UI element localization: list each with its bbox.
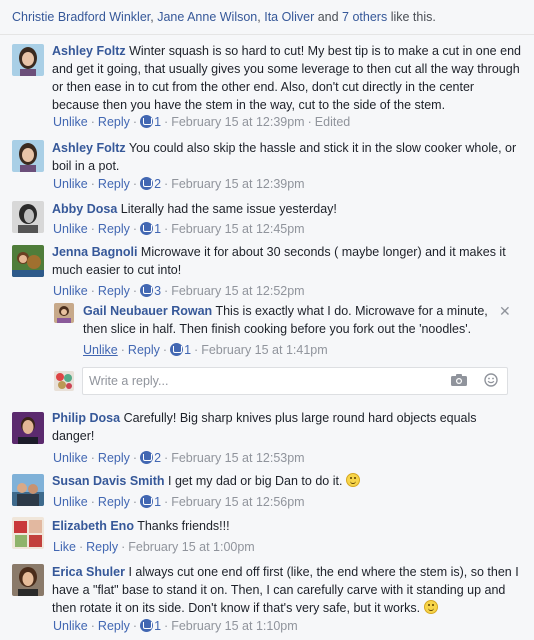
avatar[interactable] <box>54 303 74 323</box>
comment-author[interactable]: Ashley Foltz <box>52 44 126 58</box>
thumbs-up-icon[interactable] <box>140 451 154 464</box>
avatar[interactable] <box>12 201 44 233</box>
like-count[interactable]: 1 <box>154 222 161 236</box>
avatar[interactable] <box>12 564 44 596</box>
reply-link[interactable]: Reply <box>98 177 130 191</box>
like-count[interactable]: 1 <box>154 619 161 633</box>
thumbs-up-icon[interactable] <box>140 619 154 632</box>
comment-body: Abby Dosa Literally had the same issue y… <box>52 200 522 218</box>
liker-link[interactable]: Ita Oliver <box>264 10 314 24</box>
reply-input[interactable] <box>83 368 507 394</box>
others-link[interactable]: 7 others <box>342 10 387 24</box>
comment-text: I get my dad or big Dan to do it. <box>168 474 343 488</box>
comment-actions: Like · Reply · February 15 at 1:00pm <box>53 540 255 554</box>
reply-author[interactable]: Gail Neubauer Rowan <box>83 304 212 318</box>
comment-author[interactable]: Abby Dosa <box>52 202 117 216</box>
thumbs-up-icon[interactable] <box>140 115 154 128</box>
timestamp[interactable]: February 15 at 12:39pm <box>171 177 304 191</box>
divider <box>0 34 534 35</box>
reply-link[interactable]: Reply <box>98 495 130 509</box>
reply-link[interactable]: Reply <box>128 343 160 357</box>
unlike-link[interactable]: Unlike <box>83 343 118 357</box>
comment-body: Ashley Foltz You could also skip the has… <box>52 139 522 175</box>
like-count[interactable]: 2 <box>154 451 161 465</box>
reply-link[interactable]: Reply <box>98 619 130 633</box>
reply-body: Gail Neubauer Rowan This is exactly what… <box>83 302 495 338</box>
liker-separator: and <box>314 10 343 24</box>
comment-actions: Unlike · Reply · 1 · February 15 at 12:56pm <box>53 495 305 509</box>
timestamp[interactable]: February 15 at 12:39pm <box>171 115 304 129</box>
liker-link[interactable]: Christie Bradford Winkler <box>12 10 150 24</box>
comment-body: Erica Shuler I always cut one end off fi… <box>52 563 522 617</box>
timestamp[interactable]: February 15 at 12:45pm <box>171 222 304 236</box>
reply-link[interactable]: Reply <box>98 284 130 298</box>
avatar[interactable] <box>12 245 44 277</box>
comment-actions: Unlike · Reply · 1 · February 15 at 12:39pm · Ed… <box>53 115 351 129</box>
reply-link[interactable]: Reply <box>98 451 130 465</box>
thumbs-up-icon[interactable] <box>140 222 154 235</box>
unlike-link[interactable]: Unlike <box>53 619 88 633</box>
comment-actions: Unlike · Reply · 1 · February 15 at 12:45pm <box>53 222 305 236</box>
avatar[interactable] <box>12 44 44 76</box>
like-count[interactable]: 1 <box>154 115 161 129</box>
thumbs-up-icon[interactable] <box>140 177 154 190</box>
comment-body: Ashley Foltz Winter squash is so hard to… <box>52 42 522 114</box>
close-icon[interactable]: ✕ <box>499 303 511 320</box>
reply-link[interactable]: Reply <box>86 540 118 554</box>
comment-actions: Unlike · Reply · 2 · February 15 at 12:39pm <box>53 177 305 191</box>
thumbs-up-icon[interactable] <box>170 343 184 356</box>
camera-icon[interactable] <box>451 374 467 386</box>
timestamp[interactable]: February 15 at 1:41pm <box>201 343 327 357</box>
likes-suffix: like this. <box>387 10 436 24</box>
comment-body: Susan Davis Smith I get my dad or big Da… <box>52 472 522 490</box>
comment-actions: Unlike · Reply · 3 · February 15 at 12:52pm <box>53 284 305 298</box>
smiley-icon[interactable] <box>484 373 498 387</box>
liker-link[interactable]: Jane Anne Wilson <box>157 10 257 24</box>
unlike-link[interactable]: Unlike <box>53 495 88 509</box>
unlike-link[interactable]: Unlike <box>53 115 88 129</box>
comment-body: Philip Dosa Carefully! Big sharp knives … <box>52 409 522 445</box>
comment-author[interactable]: Philip Dosa <box>52 411 120 425</box>
avatar[interactable] <box>12 140 44 172</box>
like-link[interactable]: Like <box>53 540 76 554</box>
avatar <box>54 371 74 391</box>
avatar[interactable] <box>12 474 44 506</box>
comment-author[interactable]: Erica Shuler <box>52 565 125 579</box>
smile-emoji-icon <box>423 600 438 614</box>
likes-summary: Christie Bradford Winkler, Jane Anne Wil… <box>0 0 534 38</box>
comment-body: Elizabeth Eno Thanks friends!!! <box>52 517 522 535</box>
thumbs-up-icon[interactable] <box>140 495 154 508</box>
timestamp[interactable]: February 15 at 12:52pm <box>171 284 304 298</box>
avatar[interactable] <box>12 412 44 444</box>
comment-actions: Unlike · Reply · 1 · February 15 at 1:10pm <box>53 619 298 633</box>
comment-author[interactable]: Elizabeth Eno <box>52 519 134 533</box>
comment-author[interactable]: Jenna Bagnoli <box>52 245 137 259</box>
unlike-link[interactable]: Unlike <box>53 177 88 191</box>
grimace-emoji-icon <box>345 473 360 487</box>
reply-box <box>82 367 508 395</box>
like-count[interactable]: 3 <box>154 284 161 298</box>
comment-body: Jenna Bagnoli Microwave it for about 30 … <box>52 243 522 279</box>
unlike-link[interactable]: Unlike <box>53 284 88 298</box>
edited-label[interactable]: Edited <box>315 115 350 129</box>
timestamp[interactable]: February 15 at 1:10pm <box>171 619 297 633</box>
comment-actions: Unlike · Reply · 2 · February 15 at 12:53pm <box>53 451 305 465</box>
unlike-link[interactable]: Unlike <box>53 222 88 236</box>
like-count[interactable]: 2 <box>154 177 161 191</box>
timestamp[interactable]: February 15 at 12:56pm <box>171 495 304 509</box>
comment-text: Thanks friends!!! <box>137 519 230 533</box>
comment-author[interactable]: Susan Davis Smith <box>52 474 165 488</box>
timestamp[interactable]: February 15 at 1:00pm <box>128 540 254 554</box>
reply-link[interactable]: Reply <box>98 222 130 236</box>
unlike-link[interactable]: Unlike <box>53 451 88 465</box>
like-count[interactable]: 1 <box>184 343 191 357</box>
timestamp[interactable]: February 15 at 12:53pm <box>171 451 304 465</box>
thumbs-up-icon[interactable] <box>140 284 154 297</box>
reply-actions: Unlike · Reply · 1 · February 15 at 1:41pm <box>83 343 328 357</box>
reply-link[interactable]: Reply <box>98 115 130 129</box>
comment-text: Literally had the same issue yesterday! <box>120 202 337 216</box>
avatar[interactable] <box>12 517 44 549</box>
comment-author[interactable]: Ashley Foltz <box>52 141 126 155</box>
like-count[interactable]: 1 <box>154 495 161 509</box>
